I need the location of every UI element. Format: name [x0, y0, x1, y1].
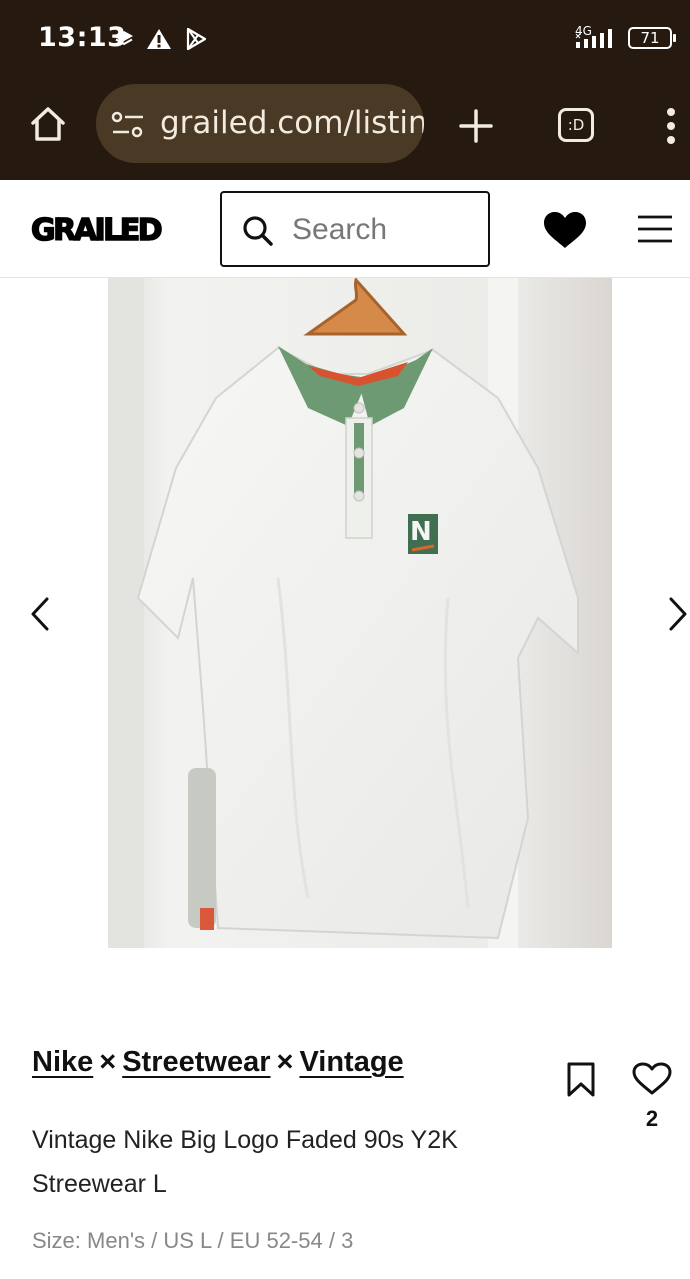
search-icon [243, 216, 273, 246]
battery-icon: 71 [628, 27, 676, 49]
listing-size: Size: Men's / US L / EU 52-54 / 3 [32, 1228, 354, 1253]
designer-links: Nike × Streetwear × Vintage [32, 1046, 404, 1079]
chevron-left-icon[interactable] [28, 596, 52, 632]
tab-count: :D [567, 116, 585, 134]
search-input[interactable]: Search [220, 191, 490, 267]
search-placeholder: Search [292, 213, 388, 246]
home-icon[interactable] [28, 104, 68, 144]
layers-icon [115, 31, 133, 46]
chevron-right-icon[interactable] [666, 596, 690, 632]
svg-text:N: N [410, 517, 432, 547]
image-gallery: N [0, 278, 690, 948]
heart-outline-icon[interactable] [632, 1062, 672, 1096]
signal-icon [575, 29, 612, 48]
warning-icon [147, 29, 171, 49]
battery-level: 71 [640, 29, 660, 47]
site-settings-icon[interactable] [111, 110, 145, 140]
brand-link-vintage[interactable]: Vintage [299, 1046, 403, 1078]
like-count: 2 [645, 1106, 659, 1131]
brand-separator: × [276, 1046, 294, 1078]
url-bar[interactable]: grailed.com/listin [96, 84, 424, 163]
browser-toolbar: grailed.com/listin :D [0, 80, 690, 180]
tab-switcher-button[interactable]: :D [558, 108, 594, 142]
site-header: GRAILED Search [0, 180, 690, 278]
listing-title: Vintage Nike Big Logo Faded 90s Y2K Stre… [32, 1126, 458, 1198]
grailed-logo[interactable]: GRAILED [30, 212, 163, 249]
product-image: N [108, 278, 612, 948]
product-photo[interactable]: N [108, 278, 612, 948]
url-text: grailed.com/listin [160, 105, 424, 141]
more-vert-icon[interactable] [662, 106, 680, 146]
play-store-icon [186, 27, 207, 51]
new-tab-button[interactable] [458, 108, 494, 144]
bookmark-icon[interactable] [566, 1062, 596, 1098]
brand-link-nike[interactable]: Nike [32, 1046, 93, 1078]
status-bar: 13:13 4G 71 [0, 0, 690, 80]
brand-link-streetwear[interactable]: Streetwear [122, 1046, 270, 1078]
hamburger-menu-icon[interactable] [637, 214, 673, 244]
brand-separator: × [99, 1046, 117, 1078]
heart-filled-icon[interactable] [542, 210, 588, 250]
